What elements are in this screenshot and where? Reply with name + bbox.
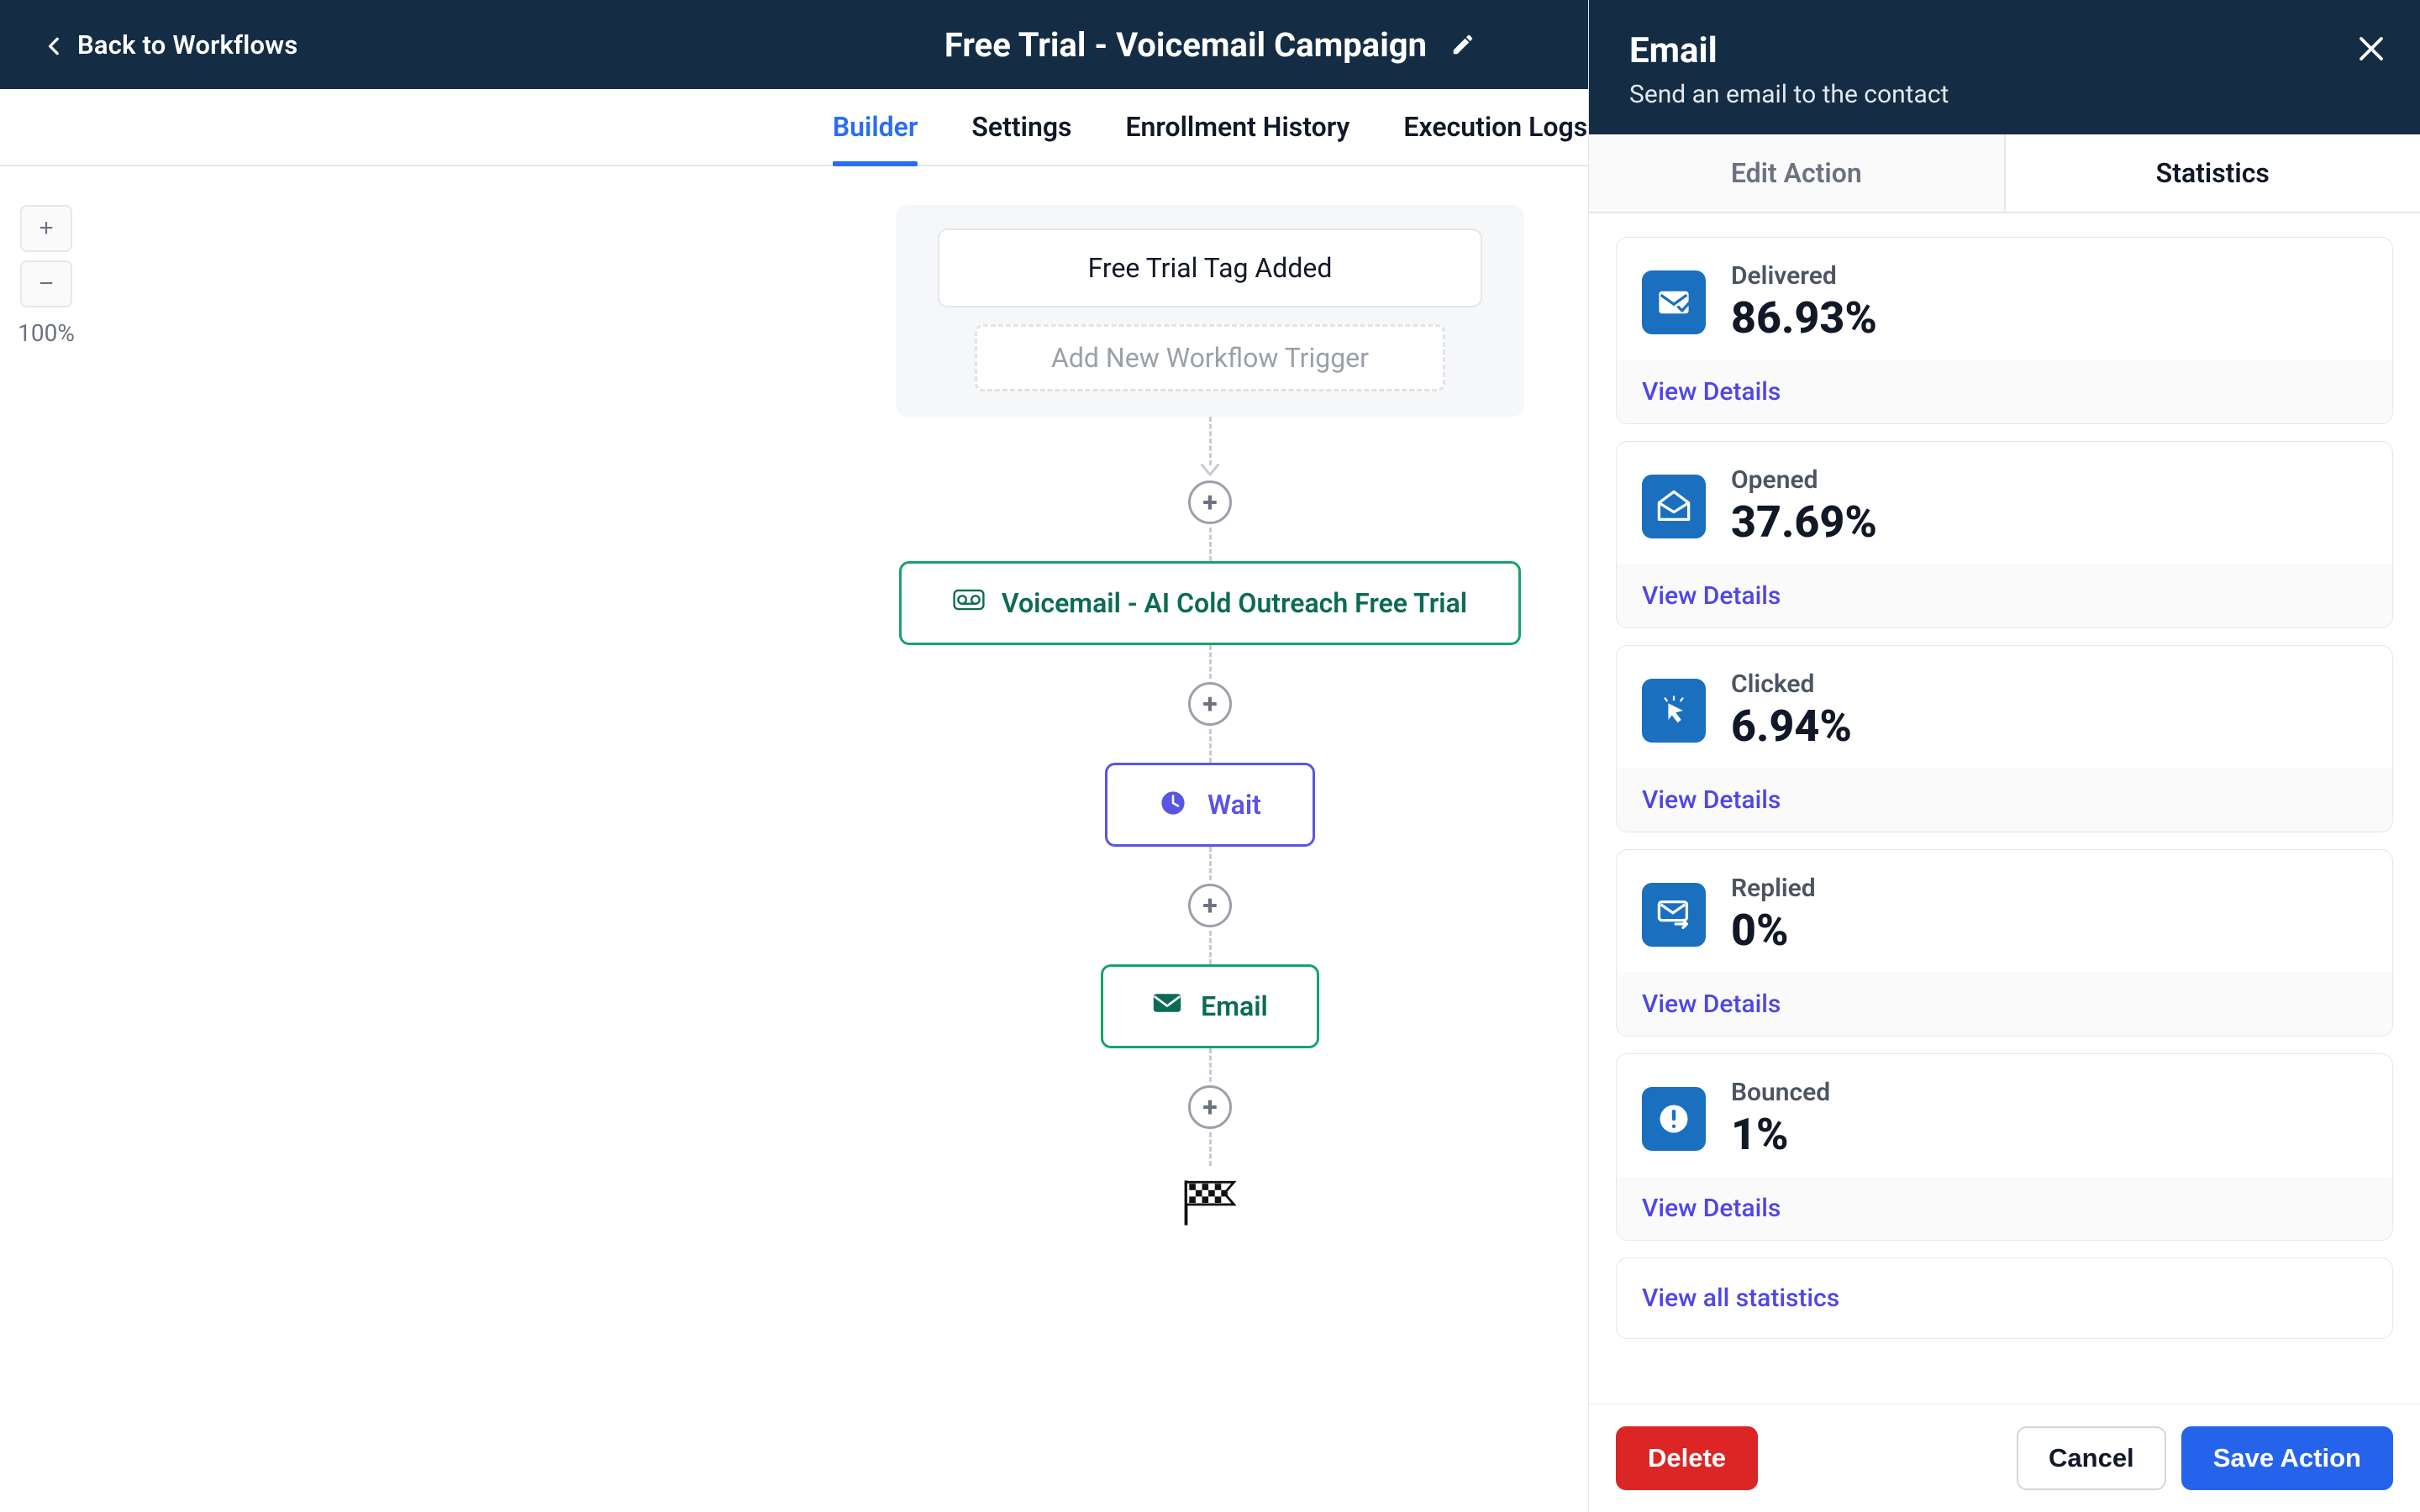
stat-label: Delivered (1731, 261, 1877, 291)
stat-value: 86.93% (1731, 292, 1877, 344)
view-details-link[interactable]: View Details (1642, 581, 1781, 611)
view-details-link[interactable]: View Details (1642, 377, 1781, 407)
stat-value: 1% (1731, 1109, 1830, 1160)
delivered-icon (1642, 270, 1706, 334)
view-all-link[interactable]: View all statistics (1642, 1284, 1839, 1313)
workflow-flow: Free Trial Tag Added Add New Workflow Tr… (896, 205, 1524, 1230)
stat-card-bounced: Bounced1% View Details (1616, 1053, 2393, 1241)
zoom-percent: 100% (18, 319, 75, 347)
tab-builder[interactable]: Builder (833, 89, 918, 165)
panel-tab-stats[interactable]: Statistics (2006, 134, 2420, 212)
node-voicemail-label: Voicemail - AI Cold Outreach Free Trial (1002, 587, 1467, 619)
close-panel-button[interactable] (2356, 34, 2386, 64)
stat-label: Opened (1731, 465, 1877, 495)
add-trigger-button[interactable]: Add New Workflow Trigger (975, 324, 1445, 391)
clicked-icon (1642, 679, 1706, 743)
add-step-button[interactable]: + (1188, 1085, 1232, 1129)
add-step-button[interactable]: + (1188, 682, 1232, 726)
tab-execution[interactable]: Execution Logs (1403, 89, 1587, 165)
stat-label: Replied (1731, 874, 1816, 903)
back-label: Back to Workflows (77, 29, 298, 60)
node-wait-label: Wait (1207, 789, 1261, 821)
delete-button[interactable]: Delete (1616, 1426, 1758, 1490)
stat-card-clicked: Clicked6.94% View Details (1616, 645, 2393, 832)
add-step-button[interactable]: + (1188, 884, 1232, 927)
panel-title: Email (1629, 30, 2380, 71)
panel-subtitle: Send an email to the contact (1629, 80, 2380, 109)
edit-title-icon[interactable] (1450, 32, 1476, 57)
panel-tabs: Edit Action Statistics (1589, 134, 2420, 213)
trigger-chip[interactable]: Free Trial Tag Added (938, 228, 1482, 307)
node-voicemail[interactable]: Voicemail - AI Cold Outreach Free Trial (899, 561, 1521, 645)
voicemail-icon (953, 587, 985, 619)
zoom-out-button[interactable]: − (20, 260, 72, 307)
panel-tab-edit[interactable]: Edit Action (1589, 134, 2006, 212)
node-email[interactable]: Email (1101, 964, 1319, 1048)
node-wait[interactable]: Wait (1105, 763, 1315, 847)
view-details-link[interactable]: View Details (1642, 785, 1781, 815)
bounced-icon (1642, 1087, 1706, 1151)
finish-icon (1178, 1176, 1242, 1230)
stat-value: 0% (1731, 905, 1816, 956)
panel-body[interactable]: Delivered86.93% View Details Opened37.69% V… (1589, 213, 2420, 1404)
back-to-workflows[interactable]: Back to Workflows (44, 0, 298, 89)
save-action-button[interactable]: Save Action (2181, 1426, 2393, 1490)
node-email-label: Email (1201, 990, 1268, 1022)
stat-card-replied: Replied0% View Details (1616, 849, 2393, 1037)
tab-enrollment[interactable]: Enrollment History (1125, 89, 1349, 165)
stat-label: Bounced (1731, 1078, 1830, 1107)
view-all-statistics: View all statistics (1616, 1257, 2393, 1339)
cancel-button[interactable]: Cancel (2017, 1426, 2166, 1490)
replied-icon (1642, 883, 1706, 947)
arrow-down-icon (1201, 464, 1219, 477)
stat-card-opened: Opened37.69% View Details (1616, 441, 2393, 628)
action-panel: Email Send an email to the contact Edit … (1588, 0, 2420, 1512)
trigger-container: Free Trial Tag Added Add New Workflow Tr… (896, 205, 1524, 417)
zoom-controls: + − 100% (18, 205, 74, 347)
clock-icon (1159, 789, 1191, 821)
add-step-button[interactable]: + (1188, 480, 1232, 524)
workflow-title: Free Trial - Voicemail Campaign (944, 25, 1427, 65)
panel-header: Email Send an email to the contact (1589, 0, 2420, 134)
zoom-in-button[interactable]: + (20, 205, 72, 252)
view-details-link[interactable]: View Details (1642, 990, 1781, 1019)
stat-card-delivered: Delivered86.93% View Details (1616, 237, 2393, 424)
stat-value: 6.94% (1731, 701, 1852, 752)
panel-footer: Delete Cancel Save Action (1589, 1404, 2420, 1512)
opened-icon (1642, 475, 1706, 538)
view-details-link[interactable]: View Details (1642, 1194, 1781, 1223)
chevron-left-icon (44, 35, 62, 54)
mail-icon (1152, 990, 1184, 1022)
tab-settings[interactable]: Settings (971, 89, 1071, 165)
stat-value: 37.69% (1731, 496, 1877, 548)
stat-label: Clicked (1731, 669, 1852, 699)
